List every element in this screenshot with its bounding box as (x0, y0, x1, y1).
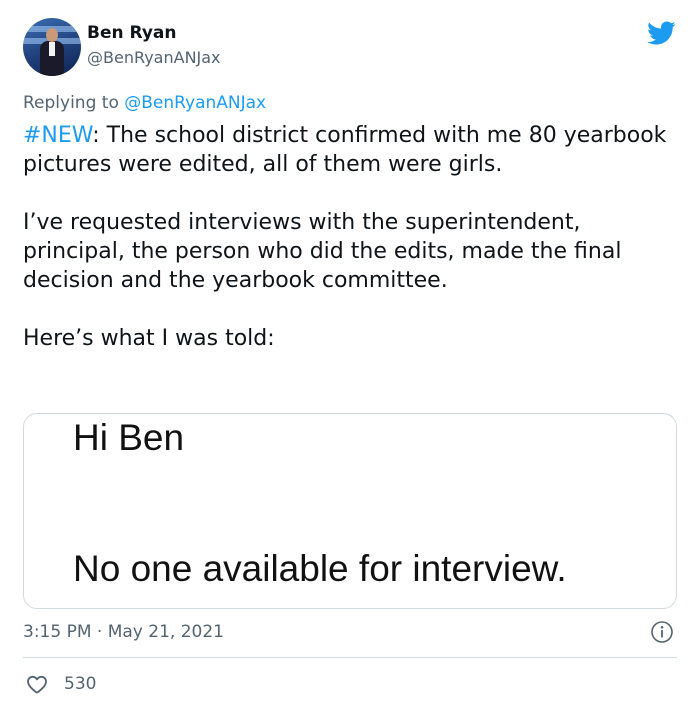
avatar[interactable] (23, 18, 81, 76)
heart-icon[interactable] (24, 672, 50, 696)
replying-to: Replying to @BenRyanANJax (23, 92, 266, 114)
tweet-date: May 21, 2021 (107, 622, 224, 642)
replying-to-label: Replying to (23, 93, 125, 113)
author-display-name[interactable]: Ben Ryan (87, 23, 177, 43)
tweet-paragraph-1: #NEW: The school district confirmed with… (23, 121, 673, 179)
avatar-person-shirt (49, 42, 55, 56)
media-image[interactable]: Hi Ben No one available for interview. (23, 413, 677, 609)
info-icon[interactable] (650, 620, 674, 644)
tweet-paragraph-3: Here’s what I was told: (23, 326, 275, 351)
tweet-paragraph-2: I’ve requested interviews with the super… (23, 210, 622, 293)
twitter-bird-icon[interactable] (644, 18, 678, 48)
replying-to-mention-link[interactable]: @BenRyanANJax (124, 93, 266, 113)
tweet-card: Ben Ryan @BenRyanANJax Replying to @BenR… (0, 0, 700, 711)
tweet-time: 3:15 PM (23, 622, 92, 642)
media-text-message: No one available for interview. (73, 548, 567, 589)
tweet-text: #NEW: The school district confirmed with… (23, 121, 673, 353)
divider (23, 657, 677, 658)
avatar-person-head (46, 28, 58, 42)
hashtag-link[interactable]: #NEW (23, 123, 92, 148)
tweet-timestamp[interactable]: 3:15 PM · May 21, 2021 (23, 621, 224, 643)
timestamp-separator: · (91, 622, 108, 642)
like-count: 530 (64, 674, 97, 694)
media-text-greeting: Hi Ben (73, 417, 185, 458)
tweet-paragraph-1-text: : The school district confirmed with me … (23, 123, 667, 177)
author-handle[interactable]: @BenRyanANJax (87, 48, 221, 68)
